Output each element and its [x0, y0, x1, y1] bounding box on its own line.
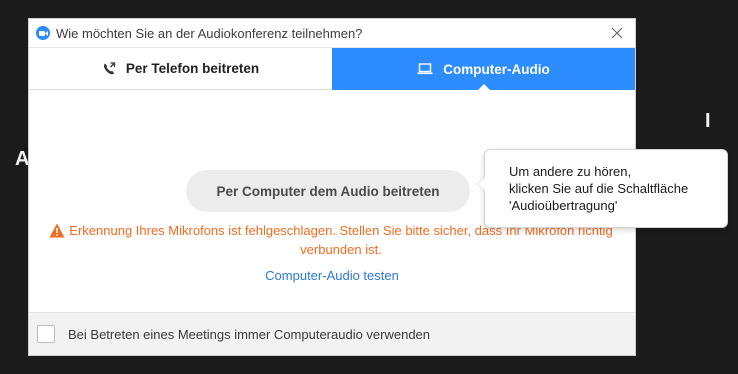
- warning-icon: [49, 223, 65, 238]
- test-computer-audio-link[interactable]: Computer-Audio testen: [29, 268, 635, 283]
- tooltip-line-3: 'Audioübertragung': [509, 198, 618, 213]
- background-partial-glyph-right: I: [705, 110, 711, 132]
- tooltip-line-2: klicken Sie auf die Schaltfläche: [509, 181, 689, 196]
- zoom-app-icon: [36, 26, 50, 40]
- dialog-title: Wie möchten Sie an der Audiokonferenz te…: [56, 25, 363, 41]
- laptop-icon: [417, 63, 433, 75]
- close-icon: [611, 27, 623, 39]
- always-use-computer-audio-checkbox[interactable]: [37, 325, 55, 343]
- dialog-footer: Bei Betreten eines Meetings immer Comput…: [29, 312, 635, 355]
- tab-phone[interactable]: Per Telefon beitreten: [29, 48, 332, 90]
- audio-hint-tooltip: Um andere zu hören, klicken Sie auf die …: [476, 149, 728, 228]
- close-button[interactable]: [607, 23, 627, 43]
- phone-icon: [102, 61, 116, 76]
- tab-phone-label: Per Telefon beitreten: [125, 61, 260, 76]
- join-computer-audio-button[interactable]: Per Computer dem Audio beitreten: [186, 170, 470, 212]
- tab-computer-audio[interactable]: Computer-Audio: [332, 48, 635, 91]
- tooltip-line-1: Um andere zu hören,: [509, 164, 632, 179]
- tooltip-arrow: [476, 176, 485, 192]
- tab-computer-audio-label: Computer-Audio: [443, 61, 550, 77]
- dialog-titlebar: Wie möchten Sie an der Audiokonferenz te…: [29, 19, 635, 48]
- always-use-computer-audio-label: Bei Betreten eines Meetings immer Comput…: [68, 326, 431, 342]
- audio-tabs: Per Telefon beitreten Computer-Audio: [29, 48, 635, 91]
